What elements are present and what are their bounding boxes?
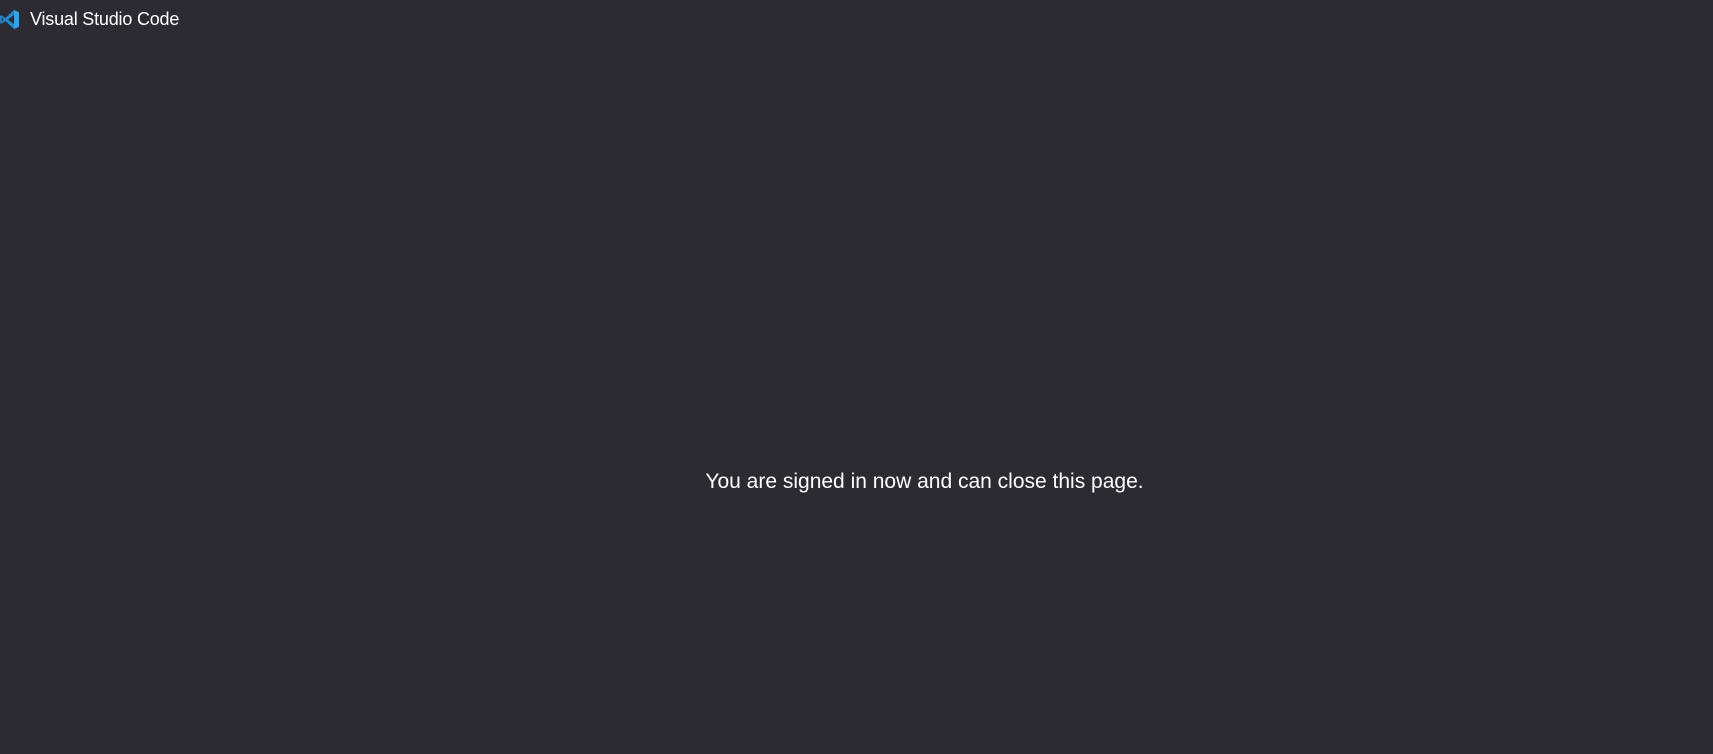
signin-complete-page: Visual Studio Code You are signed in now… (0, 0, 1713, 754)
page-header: Visual Studio Code (0, 7, 179, 31)
app-title: Visual Studio Code (30, 8, 180, 29)
signed-in-message: You are signed in now and can close this… (705, 470, 1144, 493)
message-container: You are signed in now and can close this… (0, 470, 1713, 494)
vscode-logo-icon (0, 9, 20, 30)
